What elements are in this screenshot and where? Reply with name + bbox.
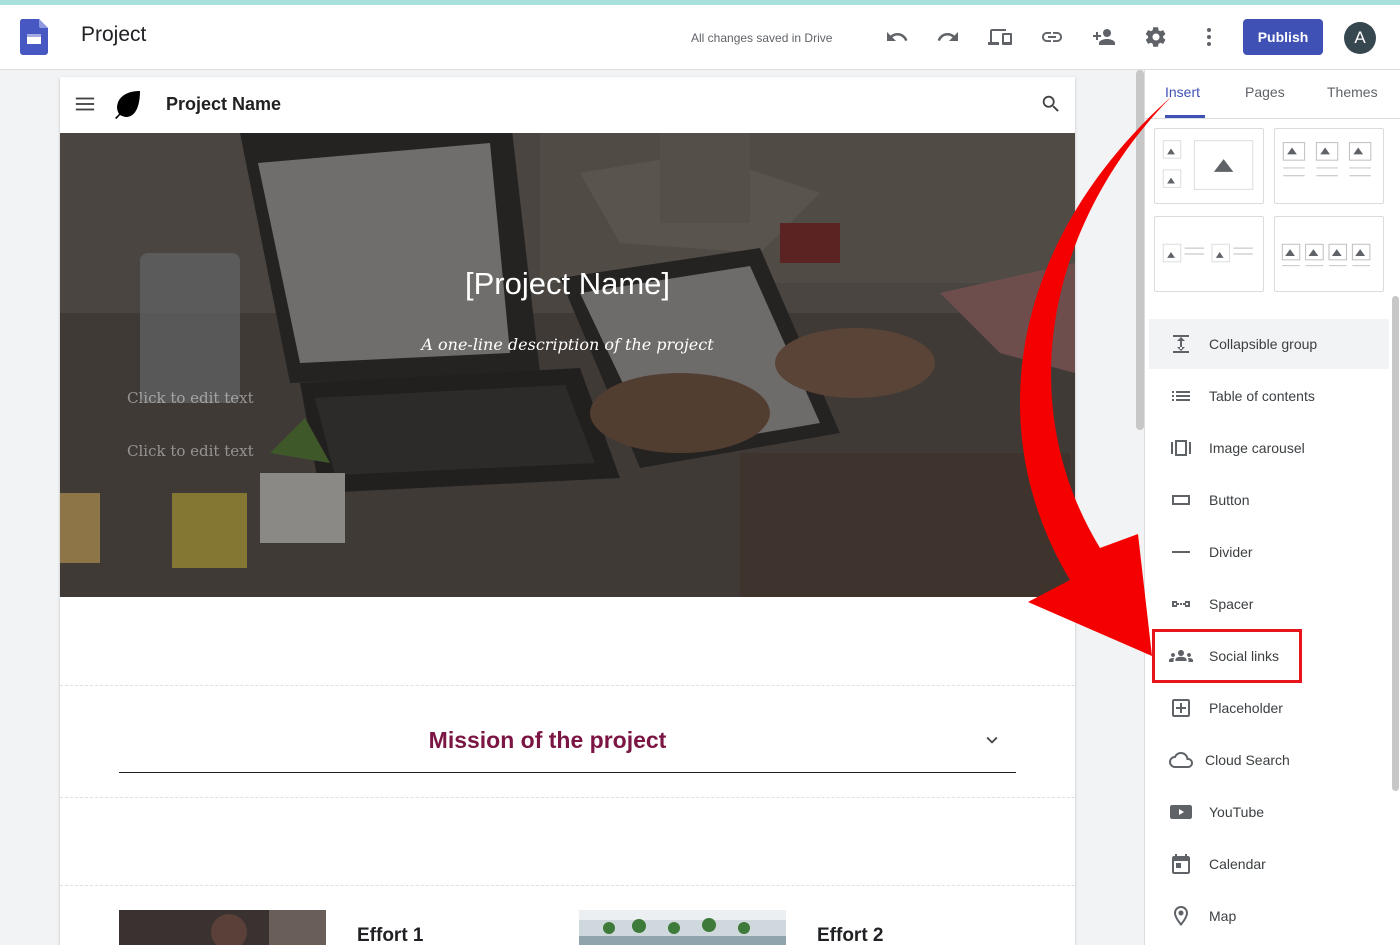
collapsible-underline (119, 772, 1016, 773)
divider-icon (1169, 540, 1193, 564)
spacer-icon (1169, 592, 1193, 616)
site-header[interactable]: Project Name (60, 77, 1075, 133)
effort-image[interactable] (579, 910, 786, 945)
insert-image-carousel[interactable]: Image carousel (1149, 423, 1389, 473)
cloud-search-icon (1169, 748, 1193, 772)
section-divider (60, 797, 1075, 798)
mission-title[interactable]: Mission of the project (60, 727, 1035, 754)
more-vert-icon[interactable] (1194, 22, 1224, 52)
site-name[interactable]: Project Name (166, 94, 281, 115)
chevron-down-icon[interactable] (981, 729, 1003, 751)
effort-title[interactable]: Effort 2 (817, 925, 884, 945)
preview-devices-icon[interactable] (985, 22, 1015, 52)
redo-icon[interactable] (933, 22, 963, 52)
tabs-divider (1145, 118, 1400, 119)
insert-calendar[interactable]: Calendar (1149, 839, 1389, 889)
insert-button[interactable]: Button (1149, 475, 1389, 525)
insert-panel: Insert Pages Themes Collapsible group Ta… (1144, 70, 1400, 945)
tab-pages[interactable]: Pages (1245, 84, 1285, 100)
tab-themes[interactable]: Themes (1327, 84, 1378, 100)
insert-item-label: Image carousel (1209, 440, 1305, 456)
insert-item-label: Spacer (1209, 596, 1254, 612)
avatar[interactable]: A (1344, 22, 1376, 54)
insert-table-of-contents[interactable]: Table of contents (1149, 371, 1389, 421)
canvas-scrollbar[interactable] (1136, 70, 1144, 430)
collapsible-group-icon (1169, 332, 1193, 356)
insert-spacer[interactable]: Spacer (1149, 579, 1389, 629)
publish-button[interactable]: Publish (1243, 19, 1323, 55)
placeholder-icon (1169, 696, 1193, 720)
save-status: All changes saved in Drive (691, 31, 833, 45)
layout-option[interactable] (1154, 128, 1264, 204)
hero-background-image (60, 133, 1075, 597)
insert-collapsible-group[interactable]: Collapsible group (1149, 319, 1389, 369)
map-pin-icon (1169, 904, 1193, 928)
insert-divider[interactable]: Divider (1149, 527, 1389, 577)
layout-option[interactable] (1274, 216, 1384, 292)
section-divider (60, 685, 1075, 686)
insert-item-label: Placeholder (1209, 700, 1283, 716)
insert-item-label: YouTube (1209, 804, 1265, 820)
effort-image[interactable] (119, 910, 326, 945)
insert-placeholder[interactable]: Placeholder (1149, 683, 1389, 733)
tab-insert[interactable]: Insert (1165, 84, 1200, 100)
button-icon (1169, 488, 1193, 512)
settings-icon[interactable] (1141, 22, 1171, 52)
insert-map[interactable]: Map (1149, 891, 1389, 941)
toc-icon (1169, 384, 1193, 408)
layout-option[interactable] (1154, 216, 1264, 292)
annotation-highlight-box (1152, 629, 1302, 683)
hero-title[interactable]: [Project Name] (60, 266, 1075, 302)
insert-item-label: Collapsible group (1209, 336, 1318, 352)
layout-option[interactable] (1274, 128, 1384, 204)
top-app-bar: Project All changes saved in Drive Publi… (0, 5, 1400, 70)
site-canvas[interactable]: Project Name [Project Name] A one-line d… (60, 77, 1075, 945)
sites-logo-icon[interactable] (20, 19, 48, 55)
youtube-icon (1169, 800, 1193, 824)
undo-icon[interactable] (882, 22, 912, 52)
carousel-icon (1169, 436, 1193, 460)
insert-item-label: Cloud Search (1205, 752, 1290, 768)
calendar-icon (1169, 852, 1193, 876)
leaf-logo-icon[interactable] (113, 89, 143, 119)
link-icon[interactable] (1037, 22, 1067, 52)
panel-scrollbar[interactable] (1392, 296, 1399, 791)
document-title[interactable]: Project (81, 23, 146, 47)
edit-text-placeholder[interactable]: Click to edit text (127, 442, 254, 460)
search-icon[interactable] (1040, 93, 1062, 115)
insert-item-label: Divider (1209, 544, 1253, 560)
section-divider (60, 885, 1075, 886)
insert-item-label: Map (1209, 908, 1237, 924)
hero-banner[interactable]: [Project Name] A one-line description of… (60, 133, 1075, 597)
hero-description[interactable]: A one-line description of the project (60, 335, 1075, 354)
insert-item-label: Button (1209, 492, 1250, 508)
insert-cloud-search[interactable]: Cloud Search (1149, 735, 1389, 785)
add-person-icon[interactable] (1089, 22, 1119, 52)
effort-title[interactable]: Effort 1 (357, 925, 424, 945)
hamburger-menu-icon[interactable] (74, 93, 96, 115)
insert-youtube[interactable]: YouTube (1149, 787, 1389, 837)
insert-item-label: Calendar (1209, 856, 1266, 872)
insert-item-label: Table of contents (1209, 388, 1315, 404)
edit-text-placeholder[interactable]: Click to edit text (127, 389, 254, 407)
